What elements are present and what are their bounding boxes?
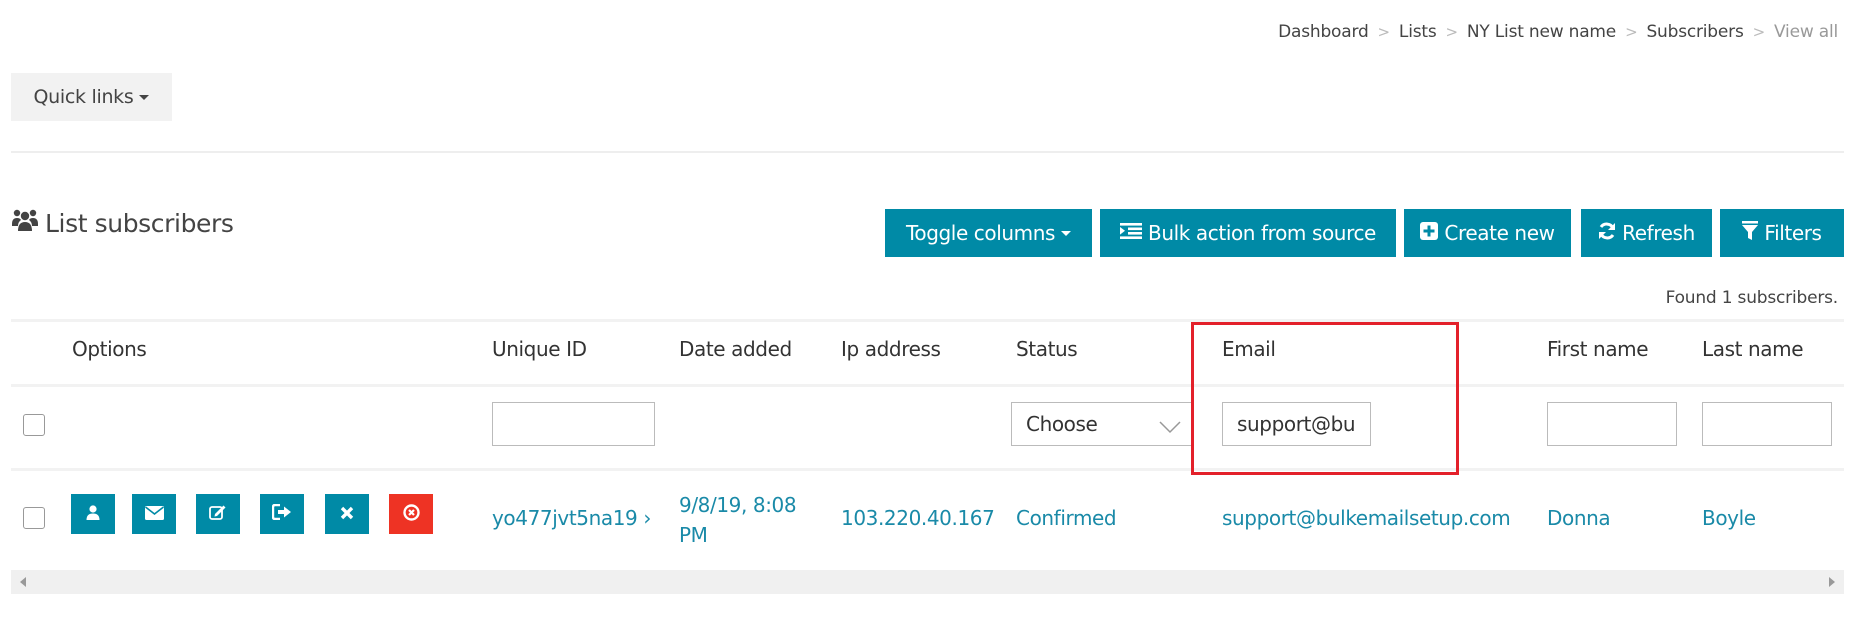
email-icon xyxy=(144,505,164,524)
create-new-label: Create new xyxy=(1444,221,1555,245)
table-border xyxy=(11,384,1844,387)
users-icon xyxy=(11,208,39,238)
edit-icon xyxy=(209,504,227,524)
table-border xyxy=(11,468,1844,471)
last-name-filter-input[interactable] xyxy=(1702,402,1832,446)
breadcrumb-lists[interactable]: Lists xyxy=(1399,22,1437,42)
toggle-columns-button[interactable]: Toggle columns xyxy=(885,209,1092,257)
create-new-button[interactable]: Create new xyxy=(1404,209,1571,257)
first-name-filter-input[interactable] xyxy=(1547,402,1677,446)
divider xyxy=(11,151,1844,153)
column-header-options: Options xyxy=(72,337,147,361)
quick-links-label: Quick links xyxy=(33,86,134,108)
date-added-line2: PM xyxy=(679,523,708,547)
status-filter-value: Choose xyxy=(1026,412,1098,436)
row-checkbox[interactable] xyxy=(23,507,45,529)
unsubscribe-button[interactable] xyxy=(260,494,304,534)
date-added-cell: 9/8/19, 8:08 PM xyxy=(679,490,797,550)
profile-button[interactable] xyxy=(71,494,115,534)
blacklist-icon xyxy=(402,503,420,525)
indent-icon xyxy=(1120,221,1143,245)
status-cell: Confirmed xyxy=(1016,506,1117,530)
column-header-date-added[interactable]: Date added xyxy=(679,337,792,361)
bulk-action-label: Bulk action from source xyxy=(1148,221,1376,245)
column-header-ip-address[interactable]: Ip address xyxy=(841,337,941,361)
breadcrumb-view-all: View all xyxy=(1773,22,1838,42)
page-title: List subscribers xyxy=(11,208,234,238)
breadcrumb-separator: > xyxy=(1377,23,1391,41)
caret-down-icon xyxy=(1061,230,1072,236)
refresh-icon xyxy=(1598,221,1616,245)
chevron-down-icon xyxy=(1159,415,1181,439)
filters-button[interactable]: Filters xyxy=(1720,209,1844,257)
last-name-cell: Boyle xyxy=(1702,506,1756,530)
email-filter-input[interactable] xyxy=(1222,402,1371,446)
ip-address-cell: 103.220.40.167 xyxy=(841,506,995,530)
breadcrumb-separator: > xyxy=(1752,23,1766,41)
delete-icon xyxy=(340,505,354,524)
date-added-line1: 9/8/19, 8:08 xyxy=(679,493,797,517)
unsubscribe-icon xyxy=(271,503,292,524)
scroll-right-icon[interactable] xyxy=(1829,577,1835,587)
column-header-first-name[interactable]: First name xyxy=(1547,337,1649,361)
caret-down-icon xyxy=(139,94,150,100)
email-cell[interactable]: support@bulkemailsetup.com xyxy=(1222,506,1511,530)
breadcrumb-list[interactable]: NY List new name xyxy=(1467,22,1616,42)
filters-label: Filters xyxy=(1764,221,1822,245)
status-filter-select[interactable]: Choose xyxy=(1011,402,1192,446)
table-border xyxy=(11,319,1844,322)
toggle-columns-label: Toggle columns xyxy=(905,221,1056,245)
quick-links-button[interactable]: Quick links xyxy=(11,73,172,121)
column-header-unique-id[interactable]: Unique ID xyxy=(492,337,587,361)
email-link[interactable]: support@bulkemailsetup.com xyxy=(1222,506,1511,530)
unique-id-filter-input[interactable] xyxy=(492,402,655,446)
email-button[interactable] xyxy=(132,494,176,534)
delete-button[interactable] xyxy=(325,494,369,534)
horizontal-scrollbar[interactable] xyxy=(11,570,1844,594)
scroll-left-icon[interactable] xyxy=(20,577,26,587)
breadcrumb-separator: > xyxy=(1625,23,1638,41)
edit-button[interactable] xyxy=(196,494,240,534)
select-all-checkbox[interactable] xyxy=(23,414,45,436)
chevron-right-icon: › xyxy=(643,506,651,530)
first-name-cell: Donna xyxy=(1547,506,1611,530)
profile-icon xyxy=(85,504,101,524)
results-count: Found 1 subscribers. xyxy=(1665,288,1839,308)
filter-icon xyxy=(1742,220,1759,246)
plus-square-icon xyxy=(1420,221,1439,245)
page-title-text: List subscribers xyxy=(45,208,234,238)
refresh-label: Refresh xyxy=(1622,221,1695,245)
refresh-button[interactable]: Refresh xyxy=(1581,209,1712,257)
breadcrumb-subscribers[interactable]: Subscribers xyxy=(1646,22,1743,42)
breadcrumb-separator: > xyxy=(1445,23,1459,41)
bulk-action-button[interactable]: Bulk action from source xyxy=(1100,209,1396,257)
breadcrumb: Dashboard > Lists > NY List new name > Subscri… xyxy=(1278,22,1838,42)
column-header-email[interactable]: Email xyxy=(1222,337,1276,361)
unique-id-link[interactable]: yo477jvt5na19 xyxy=(492,506,638,530)
column-header-last-name[interactable]: Last name xyxy=(1702,337,1804,361)
column-header-status[interactable]: Status xyxy=(1016,337,1078,361)
unique-id-cell[interactable]: yo477jvt5na19 › xyxy=(492,506,651,530)
blacklist-button[interactable] xyxy=(389,494,433,534)
breadcrumb-dashboard[interactable]: Dashboard xyxy=(1278,22,1369,42)
